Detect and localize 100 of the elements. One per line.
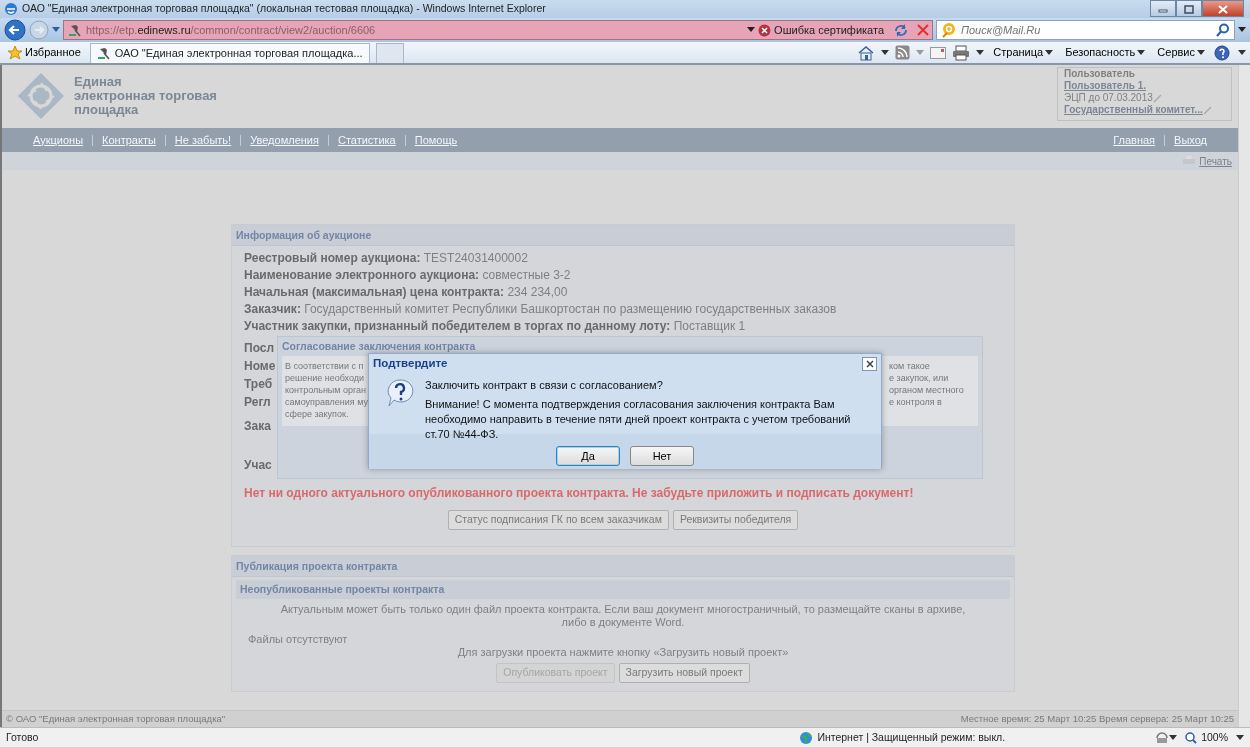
dropdown-icon [1197,49,1205,56]
dialog-text-line: ком такое [889,360,931,372]
feed-icon[interactable] [895,45,911,60]
time-text: Местное время: 25 Март 10:25 Время сервера: 25 Март 10:25 [960,711,1234,726]
dialog-title: Подтвердите [373,356,448,372]
mail-icon[interactable] [930,46,947,59]
search-box[interactable]: Поиск@Mail.Ru [936,20,1235,40]
nav-link[interactable]: Статистика [327,134,405,146]
field-label: Регл [243,394,272,411]
section-title: Неопубликованные проекты контракта [236,579,1010,599]
minimize-button[interactable] [1150,0,1176,17]
dialog-text-line: е закупок, или [889,372,950,384]
menu-command[interactable]: Страница [990,44,1057,61]
menu-command[interactable]: Сервис [1154,44,1208,61]
dialog-message: Внимание! С момента подтверждения согласования заключения контракта Вам необходимо направить в течение пяти дней проект контракта с учетом требований ст.70 №44-ФЗ. [425,397,852,442]
printer-icon[interactable] [952,44,971,61]
nav-link[interactable]: Выход [1164,134,1216,146]
maximize-icon [1184,4,1194,14]
nav-link[interactable]: Главная [1104,134,1165,146]
help-icon[interactable] [1214,44,1232,61]
question-icon [385,378,415,408]
dropdown-icon[interactable] [1169,734,1178,741]
info-row-text: Заказчик: Государственный комитет Республики Башкортостан по размещению государственных заказов [243,301,838,318]
address-field[interactable]: https://etp.edinews.ru/common/contract/view2/auction/6606 Ошибка сертификата [63,20,933,40]
search-icon[interactable] [1216,23,1230,37]
action-button[interactable]: Статус подписания ГК по всем заказчикам [447,510,669,530]
dropdown-icon [1045,49,1054,56]
warning-text: Нет ни одного актуального опубликованного проекта контракта. Не забудьте приложить и подписать документ! [243,485,915,502]
dialog-text-line: органом местного [889,384,965,396]
close-icon [865,360,874,368]
scrollbar[interactable] [1238,65,1250,727]
dropdown-icon[interactable] [1238,27,1246,33]
user-link[interactable]: Пользователь 1. [1064,80,1147,91]
favorites-button[interactable]: Избранное [4,44,84,61]
empty-files-text: Файлы отсутствуют [247,631,349,646]
copyright-text: © ОАО "Единая электронная торговая площадка" [6,711,226,726]
field-label: Треб [243,376,272,393]
dropdown-icon[interactable] [881,49,890,56]
logo-icon [16,71,66,121]
info-row-text: Реестровый номер аукциона: TEST24031400002 [243,250,529,267]
dropdown-icon[interactable] [747,27,756,33]
nav-link[interactable]: Уведомления [240,134,328,146]
security-zone-text: Интернет | Защищенный режим: выкл. [817,729,1006,745]
nav-link[interactable]: Не забыть! [164,134,241,146]
certificate-date: ЭЦП до 07.03.2013 [1064,92,1153,103]
dialog-text-line: сфере закупок. [285,408,350,420]
dropdown-icon [1137,49,1146,56]
close-button[interactable] [862,357,877,371]
dropdown-icon[interactable] [1236,734,1244,741]
dialog-text-line: решение необходи [285,372,366,384]
organization-link[interactable]: Государственный комитет... [1064,104,1203,115]
field-label: Зака [243,418,272,435]
back-button[interactable] [4,19,26,41]
browser-tab[interactable]: ОАО "Единая электронная торговая площадка... [89,42,370,63]
panel-title: Публикация проекта контракта [232,555,1014,577]
dialog-text-line: самоуправления му [285,396,369,408]
print-link[interactable]: Печать [1183,153,1232,169]
field-label: Учас [243,457,272,474]
star-icon [7,45,23,60]
info-row-text: Участник закупки, признанный победителем в торгах по данному лоту: Поставщик 1 [243,318,747,335]
globe-icon [799,730,814,745]
browser-logo-icon [4,2,18,16]
user-panel-title: Пользователь [1064,68,1136,80]
site-logo-text: Единая электронная торговая площадка [74,75,217,117]
maximize-button[interactable] [1176,0,1202,17]
hammer-icon [96,46,111,60]
search-provider-icon [941,22,957,38]
dialog-question: Заключить контракт в связи с согласованием? [425,378,664,393]
certificate-error-link[interactable]: Ошибка сертификата [774,21,884,39]
protected-mode-icon[interactable] [1155,731,1170,744]
dropdown-icon[interactable] [976,49,985,56]
info-row-text: Начальная (максимальная) цена контракта: 234 234,00 [243,284,569,301]
field-label: Посл [243,340,272,357]
action-button[interactable]: Реквизиты победителя [672,510,799,530]
dialog-button[interactable]: Да [556,446,620,466]
nav-link[interactable]: Контракты [92,134,165,146]
nav-link[interactable]: Помощь [404,134,467,146]
panel-title: Информация об аукционе [232,225,1014,246]
close-button[interactable] [1202,0,1244,17]
zoom-control[interactable]: 100% [1185,729,1228,746]
action-button[interactable]: Загрузить новый проект [618,662,750,683]
home-icon[interactable] [857,44,876,61]
tab-label: ОАО "Единая электронная торговая площадка... [114,45,363,61]
dialog-button[interactable]: Нет [630,446,694,466]
dialog-text-line: контрольным орган [285,384,368,396]
hammer-icon [68,23,82,37]
dialog-text-line: е контроля в [889,396,943,408]
close-icon [1218,4,1228,14]
nav-link[interactable]: Аукционы [24,134,93,146]
upload-hint: Для загрузки проекта нажмите кнопку «Загрузить новый проект» [456,645,790,659]
window-title: ОАО "Единая электронная торговая площадка" (локальная тестовая площадка) - Windows Internet Explorer [22,1,546,17]
dropdown-icon[interactable] [1238,49,1246,56]
printer-icon [1183,156,1196,166]
status-text: Готово [6,729,39,745]
refresh-icon[interactable] [892,22,910,38]
error-icon [758,23,772,37]
menu-command[interactable]: Безопасность [1062,44,1149,61]
dialog-text-line: В соответствии с п [285,360,365,372]
dialog-title: Согласование заключения контракта [281,339,477,354]
zoom-icon [1185,731,1198,744]
